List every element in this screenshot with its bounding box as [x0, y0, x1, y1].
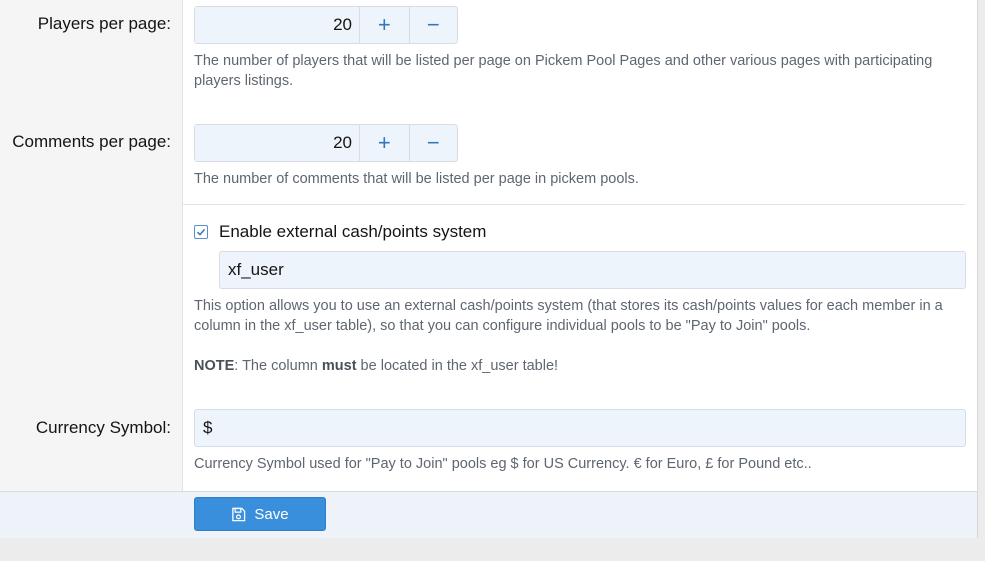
plus-icon: +	[377, 12, 391, 37]
players-per-page-stepper: + −	[194, 6, 458, 44]
comments-decrement-button[interactable]: −	[408, 125, 458, 161]
players-per-page-label: Players per page:	[37, 14, 171, 33]
note-text-2: be located in the xf_user table!	[356, 358, 559, 374]
save-button[interactable]: Save	[194, 497, 326, 531]
players-decrement-button[interactable]: −	[408, 7, 458, 43]
players-per-page-input[interactable]	[195, 7, 360, 43]
comments-per-page-label: Comments per page:	[12, 132, 171, 151]
save-button-label: Save	[254, 505, 289, 523]
enable-external-cash-checkbox[interactable]	[194, 225, 208, 239]
note-prefix: NOTE	[194, 358, 235, 374]
enable-external-cash-label[interactable]: Enable external cash/points system	[219, 222, 486, 242]
checkmark-icon	[196, 228, 206, 236]
external-cash-hint: This option allows you to use an externa…	[194, 298, 943, 334]
save-icon	[232, 507, 246, 521]
note-emphasis: must	[321, 358, 357, 374]
players-increment-button[interactable]: +	[360, 7, 409, 43]
comments-per-page-stepper: + −	[194, 124, 458, 162]
external-cash-note: NOTE: The column must be located in the …	[194, 356, 954, 376]
cash-column-input[interactable]	[219, 251, 966, 289]
comments-per-page-input[interactable]	[195, 125, 360, 161]
form-footer	[0, 491, 977, 538]
note-text-1: : The column	[234, 358, 322, 374]
currency-symbol-hint: Currency Symbol used for "Pay to Join" p…	[194, 456, 812, 472]
section-divider	[183, 204, 965, 205]
comments-per-page-hint: The number of comments that will be list…	[194, 171, 639, 187]
minus-icon: −	[426, 130, 440, 155]
plus-icon: +	[377, 130, 391, 155]
currency-symbol-label: Currency Symbol:	[35, 418, 171, 437]
minus-icon: −	[426, 12, 440, 37]
comments-increment-button[interactable]: +	[360, 125, 409, 161]
players-per-page-hint: The number of players that will be liste…	[194, 53, 933, 89]
currency-symbol-input[interactable]	[194, 409, 966, 447]
